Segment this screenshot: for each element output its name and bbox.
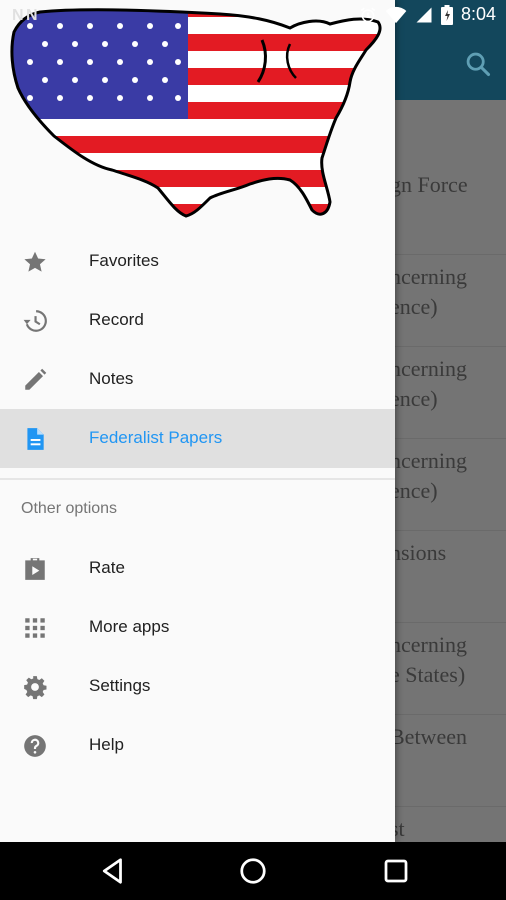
status-bar: N N 8:04: [0, 0, 506, 32]
list-item-line: ence): [390, 294, 438, 319]
list-item-line: Between: [390, 724, 467, 749]
drawer-item-label: Favorites: [89, 251, 159, 270]
pencil-icon: [25, 368, 47, 390]
system-navigation-bar: [0, 842, 506, 900]
battery-icon: [440, 4, 453, 25]
clock: 8:04: [460, 4, 496, 24]
drawer-item-label: Help: [89, 735, 124, 754]
list-item-title: gn Force: [390, 170, 468, 200]
drawer-item-record[interactable]: Record: [0, 291, 395, 350]
list-item-line: nsions: [390, 540, 447, 565]
gear-icon: [24, 676, 47, 700]
list-item-title: Between: [390, 722, 467, 752]
drawer-item-favorites[interactable]: Favorites: [0, 232, 395, 291]
section-title-other-options: Other options: [21, 500, 118, 517]
drawer-item-label: More apps: [89, 617, 170, 636]
drawer-item-label: Settings: [89, 676, 151, 695]
play-store-icon: [25, 558, 45, 580]
list-item-title: ncerning ence): [390, 354, 467, 414]
menu-divider: [0, 478, 395, 480]
search-icon[interactable]: [464, 50, 492, 78]
history-icon: [23, 310, 47, 332]
drawer-item-label: Rate: [89, 558, 125, 577]
document-icon: [27, 428, 44, 450]
drawer-item-label: Record: [89, 310, 144, 329]
list-item-title: nsions: [390, 538, 446, 568]
navigation-drawer: Favorites Record Notes Federalist Papers Ot…: [0, 0, 395, 842]
star-icon: [24, 251, 46, 272]
drawer-item-help[interactable]: Help: [0, 716, 395, 775]
drawer-item-federalist-papers[interactable]: Federalist Papers: [0, 409, 395, 468]
list-item-title: ncerning ence): [390, 262, 467, 322]
usa-flag-map-logo: [10, 8, 382, 218]
wifi-icon: [385, 6, 407, 23]
drawer-item-settings[interactable]: Settings: [0, 657, 395, 716]
list-item-line: e States): [390, 662, 466, 687]
list-item-line: ncerning: [390, 448, 467, 473]
back-icon[interactable]: [98, 856, 128, 886]
list-item-line: ence): [390, 478, 438, 503]
apps-grid-icon: [25, 618, 45, 638]
signal-icon: [416, 7, 432, 22]
list-item-line: ncerning: [390, 632, 467, 657]
notification-icons: N N: [12, 7, 38, 24]
list-item-line: ncerning: [390, 264, 467, 289]
drawer-header: [0, 0, 395, 235]
drawer-item-label: Federalist Papers: [89, 428, 223, 447]
alarm-icon: [360, 7, 376, 22]
home-icon[interactable]: [238, 856, 268, 886]
list-item-line: gn Force: [390, 172, 468, 197]
help-icon: [24, 735, 46, 757]
list-item-title: ncerning ence): [390, 446, 467, 506]
drawer-item-notes[interactable]: Notes: [0, 350, 395, 409]
drawer-item-rate[interactable]: Rate: [0, 539, 395, 598]
list-item-line: ence): [390, 386, 438, 411]
list-item-title: ncerning e States): [390, 630, 467, 690]
recents-icon[interactable]: [381, 856, 411, 886]
drawer-item-label: Notes: [89, 369, 134, 388]
drawer-item-more-apps[interactable]: More apps: [0, 598, 395, 657]
list-item-line: ncerning: [390, 356, 467, 381]
